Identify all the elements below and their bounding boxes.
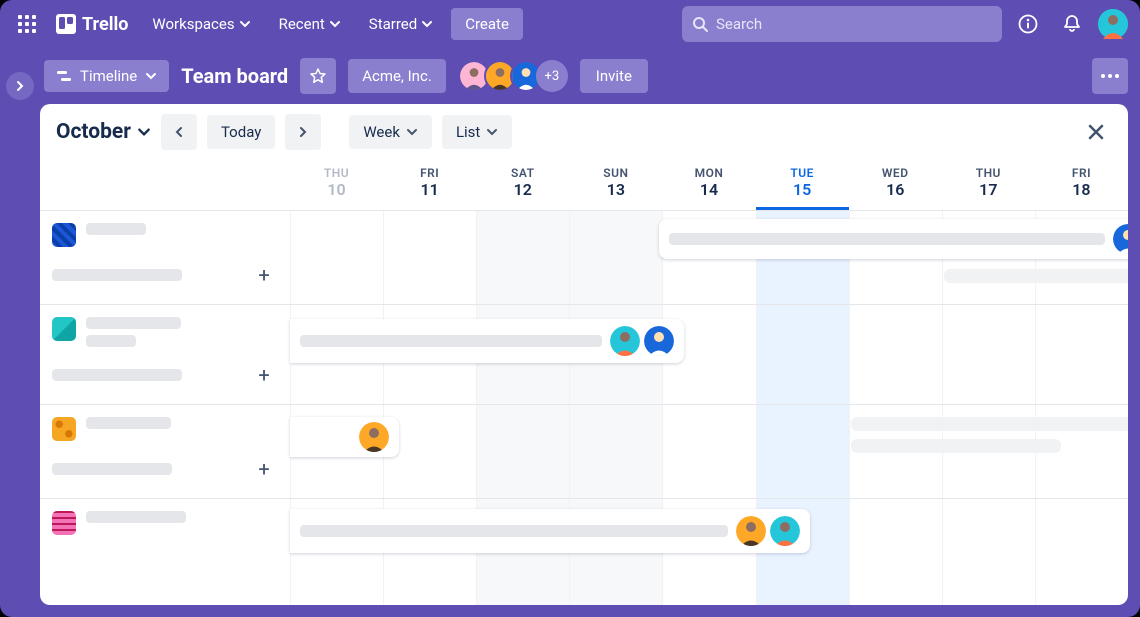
chevron-down-icon	[329, 18, 341, 30]
card-member-avatar	[1113, 224, 1128, 254]
trello-logo[interactable]: Trello	[50, 8, 134, 41]
card-member-avatar	[359, 422, 389, 452]
calendar-toolbar: October Today Week List	[40, 104, 1128, 160]
card-member-avatar	[610, 326, 640, 356]
card-member-avatar	[644, 326, 674, 356]
day-header[interactable]: FRI18	[1035, 160, 1128, 210]
create-button[interactable]: Create	[451, 8, 523, 40]
app-name: Trello	[82, 14, 128, 35]
day-header[interactable]: THU10	[290, 160, 383, 210]
list-row: +	[40, 305, 1128, 405]
notifications-button[interactable]	[1054, 6, 1090, 42]
next-button[interactable]	[285, 114, 321, 150]
info-button[interactable]	[1010, 6, 1046, 42]
timeline-card-ghost[interactable]	[851, 439, 1061, 453]
day-header[interactable]: SAT12	[476, 160, 569, 210]
day-header[interactable]: WED16	[849, 160, 942, 210]
search-box[interactable]	[682, 6, 1002, 42]
calendar-day-headers: THU10 FRI11 SAT12 SUN13 MON14 TUE15 WED1…	[40, 160, 1128, 211]
list-icon	[52, 417, 76, 441]
list-row: +	[40, 405, 1128, 499]
timeline-icon	[56, 68, 72, 84]
list-cell[interactable]: +	[40, 211, 290, 304]
close-button[interactable]	[1080, 116, 1112, 148]
trello-icon	[56, 14, 76, 34]
chevron-down-icon	[486, 126, 498, 138]
calendar-rows: +	[40, 211, 1128, 605]
timeline-card-ghost[interactable]	[851, 417, 1128, 431]
invite-button[interactable]: Invite	[580, 59, 648, 93]
list-cell[interactable]	[40, 499, 290, 593]
add-card-button[interactable]: +	[250, 455, 278, 483]
timeline-card[interactable]	[290, 319, 684, 363]
star-button[interactable]	[300, 58, 336, 94]
add-card-button[interactable]: +	[250, 361, 278, 389]
chevron-right-icon	[297, 126, 309, 138]
prev-button[interactable]	[161, 114, 197, 150]
list-icon	[52, 317, 76, 341]
sidebar-expand-button[interactable]	[6, 72, 34, 100]
star-icon	[310, 68, 326, 84]
calendar-panel: October Today Week List	[40, 104, 1128, 605]
day-header-today[interactable]: TUE15	[756, 160, 849, 210]
month-picker[interactable]: October	[56, 120, 151, 144]
chevron-down-icon	[421, 18, 433, 30]
organization-button[interactable]: Acme, Inc.	[348, 59, 446, 93]
list-cell[interactable]: +	[40, 305, 290, 404]
avatar-icon	[1098, 9, 1128, 39]
chevron-down-icon	[145, 70, 157, 82]
range-picker[interactable]: Week	[349, 115, 432, 149]
chevron-down-icon	[406, 126, 418, 138]
card-member-avatar	[770, 516, 800, 546]
day-header[interactable]: MON14	[662, 160, 755, 210]
list-row: +	[40, 211, 1128, 305]
day-header[interactable]: SUN13	[569, 160, 662, 210]
board-members[interactable]: +3	[458, 60, 568, 92]
workspaces-menu[interactable]: Workspaces	[142, 9, 260, 39]
chevron-right-icon	[14, 80, 26, 92]
top-navigation: Trello Workspaces Recent Starred Create	[0, 0, 1140, 48]
user-avatar[interactable]	[1098, 9, 1128, 39]
today-button[interactable]: Today	[207, 115, 275, 149]
list-row	[40, 499, 1128, 593]
board-bar: Timeline Team board Acme, Inc. +3 Invite	[0, 48, 1140, 104]
starred-menu[interactable]: Starred	[359, 9, 443, 39]
card-member-avatar	[736, 516, 766, 546]
bell-icon	[1062, 14, 1082, 34]
chevron-down-icon	[239, 18, 251, 30]
timeline-card[interactable]	[290, 417, 399, 457]
board-title[interactable]: Team board	[181, 64, 288, 88]
search-input[interactable]	[716, 15, 992, 33]
day-header[interactable]: FRI11	[383, 160, 476, 210]
timeline-card[interactable]	[290, 509, 810, 553]
timeline-card-ghost[interactable]	[944, 269, 1128, 283]
list-cell[interactable]: +	[40, 405, 290, 498]
info-icon	[1018, 14, 1038, 34]
apps-menu-button[interactable]	[12, 9, 42, 39]
close-icon	[1086, 122, 1106, 142]
list-icon	[52, 223, 76, 247]
view-switcher[interactable]: Timeline	[44, 60, 169, 92]
add-card-button[interactable]: +	[250, 261, 278, 289]
search-icon	[692, 16, 708, 32]
member-overflow[interactable]: +3	[536, 60, 568, 92]
ellipsis-icon	[1101, 74, 1119, 78]
day-header[interactable]: THU17	[942, 160, 1035, 210]
board-menu-button[interactable]	[1092, 58, 1128, 94]
chevron-down-icon	[137, 125, 151, 139]
recent-menu[interactable]: Recent	[269, 9, 351, 39]
mode-picker[interactable]: List	[442, 115, 512, 149]
chevron-left-icon	[173, 126, 185, 138]
list-icon	[52, 511, 76, 535]
timeline-card[interactable]	[659, 219, 1128, 259]
